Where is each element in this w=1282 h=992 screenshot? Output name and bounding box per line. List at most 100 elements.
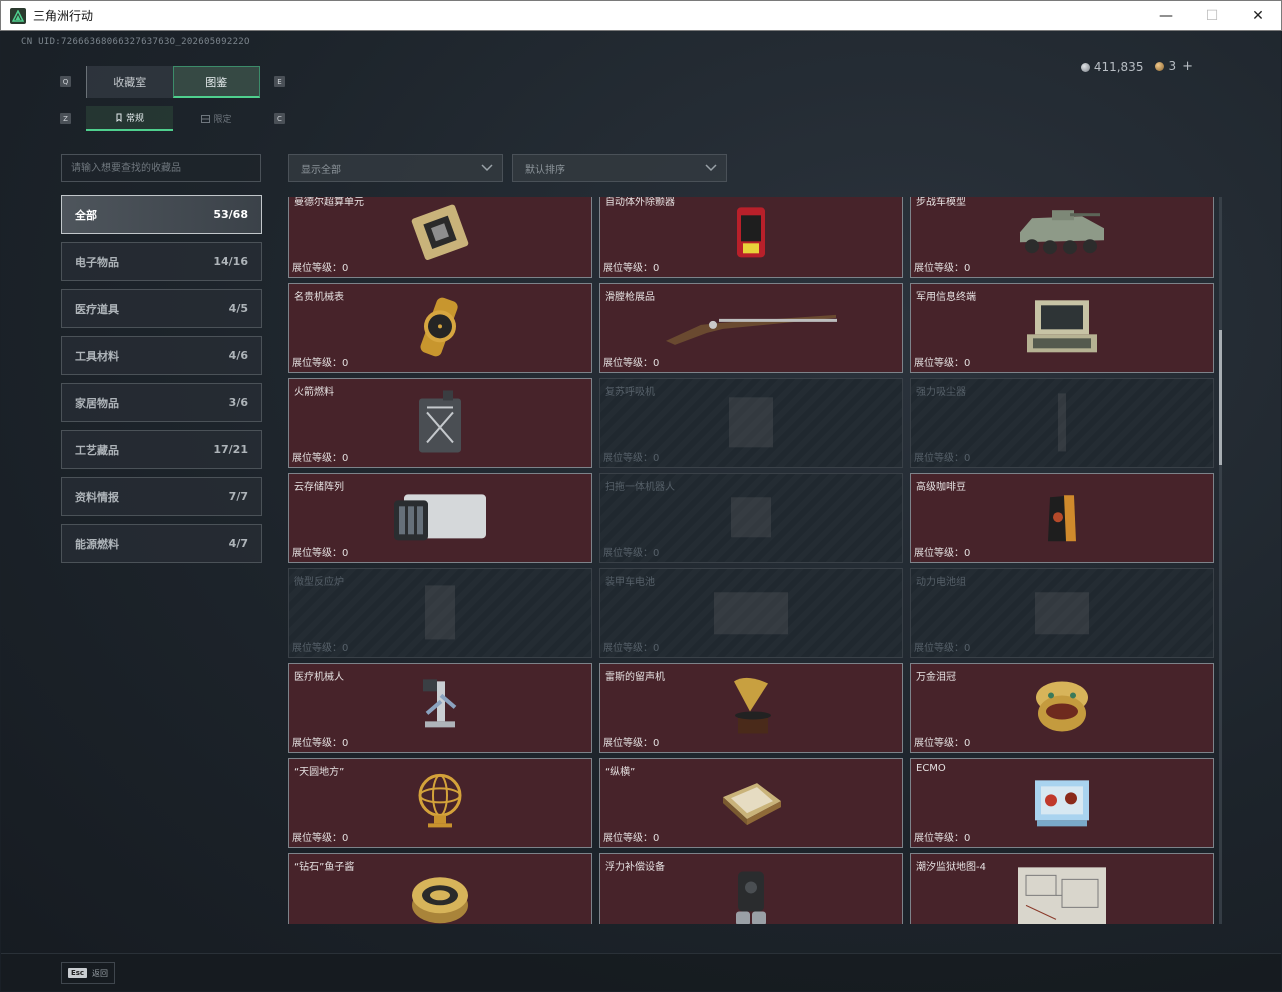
- item-name: 曼德尔超算单元: [294, 197, 364, 208]
- item-name: 强力吸尘器: [916, 387, 966, 398]
- collection-item-card[interactable]: 滑膛枪展品 展位等级：0: [599, 283, 903, 373]
- item-name: “纵横”: [605, 767, 636, 778]
- item-display-level: 展位等级：0: [603, 548, 660, 559]
- filter-dropdown-label: 显示全部: [301, 164, 341, 176]
- category-energy[interactable]: 能源燃料 4/7: [61, 524, 262, 563]
- collection-item-card[interactable]: 动力电池组 展位等级：0: [910, 568, 1214, 658]
- tab-codex[interactable]: 图鉴: [172, 66, 260, 98]
- category-tools[interactable]: 工具材料 4/6: [61, 336, 262, 375]
- chessboard-icon: [717, 777, 785, 831]
- item-display-level: 展位等级：0: [914, 358, 971, 369]
- filter-dropdown[interactable]: 显示全部: [288, 154, 503, 182]
- collection-item-card[interactable]: 医疗机械人展位等级：0: [288, 663, 592, 753]
- collection-item-card[interactable]: 雷斯的留声机 展位等级：0: [599, 663, 903, 753]
- collection-item-card[interactable]: ECMO 展位等级：0: [910, 758, 1214, 848]
- collection-item-card[interactable]: 曼德尔超算单元 展位等级：0: [288, 197, 592, 278]
- category-medical[interactable]: 医疗道具 4/5: [61, 289, 262, 328]
- item-grid: 曼德尔超算单元 展位等级：0 自动体外除颤器 展位等级：0 步战车模型 展位等级：0 名贵机…: [288, 197, 1214, 924]
- item-name: 雷斯的留声机: [605, 672, 665, 683]
- ecmo-machine-icon: [1027, 770, 1097, 838]
- window-titlebar: 三角洲行动 — ☐ ✕: [0, 0, 1282, 31]
- grid-scrollbar[interactable]: [1219, 197, 1222, 924]
- app-logo-icon: [10, 7, 26, 24]
- jewel-egg-icon: [1031, 673, 1093, 745]
- item-display-level: 展位等级：0: [914, 453, 971, 464]
- caviar-tin-icon: [408, 867, 472, 924]
- item-display-level: 展位等级：0: [603, 643, 660, 654]
- item-name: 装甲车电池: [605, 577, 655, 588]
- tab-limited[interactable]: 限定: [173, 106, 260, 131]
- coffee-bag-icon: [1042, 489, 1082, 549]
- battery-pack-icon: [1027, 582, 1097, 646]
- add-currency-button[interactable]: +: [1182, 59, 1193, 74]
- category-crafts[interactable]: 工艺藏品 17/21: [61, 430, 262, 469]
- collection-item-card[interactable]: 潮汐监狱地图-4展位等级：0: [910, 853, 1214, 924]
- search-input[interactable]: [61, 154, 261, 182]
- collection-item-card[interactable]: 火箭燃料 展位等级：0: [288, 378, 592, 468]
- category-intel[interactable]: 资料情报 7/7: [61, 477, 262, 516]
- collection-item-card[interactable]: 装甲车电池展位等级：0: [599, 568, 903, 658]
- armillary-sphere-icon: [412, 769, 468, 839]
- item-name: 军用信息终端: [916, 292, 976, 303]
- scrollbar-thumb[interactable]: [1219, 330, 1222, 465]
- collection-item-card[interactable]: 云存储阵列 展位等级：0: [288, 473, 592, 563]
- maximize-button[interactable]: ☐: [1189, 1, 1235, 31]
- item-display-level: 展位等级：0: [914, 263, 971, 274]
- chevron-down-icon: [481, 164, 493, 172]
- defibrillator-icon: [731, 201, 771, 267]
- item-name: 微型反应炉: [294, 577, 344, 588]
- collection-item-card[interactable]: 微型反应炉展位等级：0: [288, 568, 592, 658]
- gold-coin-icon: [1155, 62, 1165, 71]
- category-all[interactable]: 全部 53/68: [61, 195, 262, 234]
- item-name: 万金泪冠: [916, 672, 956, 683]
- ifv-model-icon: [1012, 204, 1112, 264]
- collection-item-card[interactable]: 步战车模型展位等级：0: [910, 197, 1214, 278]
- computer-chip-icon: [405, 202, 475, 266]
- grid-icon: [201, 114, 211, 123]
- category-electronics[interactable]: 电子物品 14/16: [61, 242, 262, 281]
- gramophone-icon: [724, 673, 778, 745]
- item-display-level: 展位等级：0: [914, 548, 971, 559]
- item-display-level: 展位等级：0: [292, 263, 349, 274]
- main-tabs: 收藏室 图鉴: [86, 66, 260, 98]
- collection-item-card[interactable]: 自动体外除颤器 展位等级：0: [599, 197, 903, 278]
- collection-item-card[interactable]: 名贵机械表 展位等级：0: [288, 283, 592, 373]
- category-home[interactable]: 家居物品 3/6: [61, 383, 262, 422]
- collection-item-card[interactable]: 万金泪冠 展位等级：0: [910, 663, 1214, 753]
- currency-bar: 411,835 3 +: [1080, 59, 1193, 74]
- close-button[interactable]: ✕: [1235, 1, 1281, 31]
- item-display-level: 展位等级：0: [603, 263, 660, 274]
- item-name: ECMO: [916, 763, 946, 774]
- collection-item-card[interactable]: 复苏呼吸机 展位等级：0: [599, 378, 903, 468]
- gold-watch-icon: [412, 296, 468, 362]
- tab-collection[interactable]: 收藏室: [86, 66, 173, 98]
- tab-regular[interactable]: 常规: [86, 106, 173, 131]
- medical-robot-icon: [415, 675, 465, 743]
- chevron-down-icon: [705, 164, 717, 172]
- game-viewport: CN UID:7266636806632763763O_20260509222O…: [1, 31, 1281, 991]
- collection-item-card[interactable]: 强力吸尘器展位等级：0: [910, 378, 1214, 468]
- item-display-level: 展位等级：0: [603, 453, 660, 464]
- collection-item-card[interactable]: “纵横” 展位等级：0: [599, 758, 903, 848]
- collection-item-card[interactable]: 浮力补偿设备展位等级：0: [599, 853, 903, 924]
- collection-item-card[interactable]: 高级咖啡豆 展位等级：0: [910, 473, 1214, 563]
- fuel-can-icon: [413, 388, 467, 460]
- esc-key-icon: Esc: [67, 968, 88, 978]
- item-display-level: 展位等级：0: [292, 738, 349, 749]
- gold-balance: 3 +: [1155, 59, 1193, 74]
- item-display-level: 展位等级：0: [292, 643, 349, 654]
- sort-dropdown-label: 默认排序: [525, 164, 565, 176]
- collection-item-card[interactable]: 军用信息终端 展位等级：0: [910, 283, 1214, 373]
- bottom-bar: Esc 返回: [1, 953, 1281, 991]
- sort-dropdown[interactable]: 默认排序: [512, 154, 727, 182]
- collection-item-card[interactable]: 扫拖一体机器人 展位等级：0: [599, 473, 903, 563]
- collection-item-card[interactable]: “钻石”鱼子酱展位等级：0: [288, 853, 592, 924]
- collection-item-card[interactable]: “天圆地方” 展位等级：0: [288, 758, 592, 848]
- key-z-icon: Z: [60, 113, 71, 124]
- item-name: 步战车模型: [916, 197, 966, 208]
- item-grid-viewport: 曼德尔超算单元 展位等级：0 自动体外除颤器 展位等级：0 步战车模型 展位等级：0 名贵机…: [288, 197, 1215, 924]
- minimize-button[interactable]: —: [1143, 1, 1189, 31]
- battery-icon: [706, 582, 796, 646]
- item-name: 医疗机械人: [294, 672, 344, 683]
- back-button[interactable]: Esc 返回: [61, 962, 115, 984]
